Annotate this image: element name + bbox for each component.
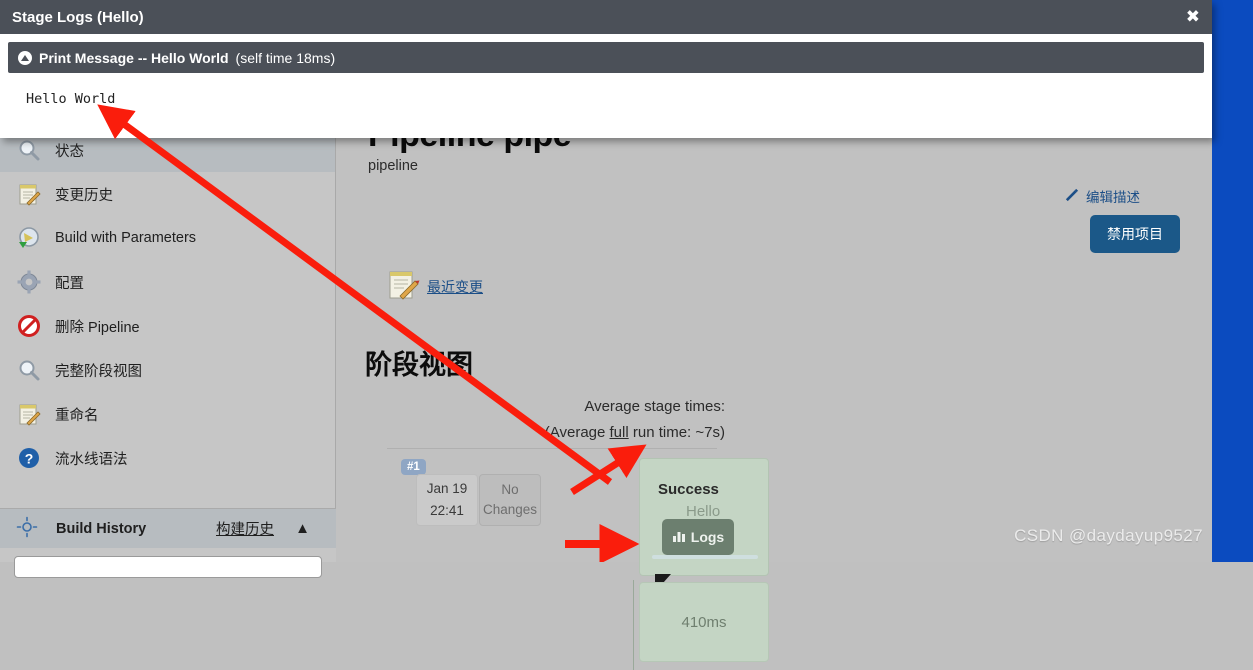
project-description: pipeline [368, 158, 418, 174]
sidebar-item-label: 删除 Pipeline [55, 319, 140, 336]
no-entry-icon [16, 313, 42, 339]
stage-column-separator [633, 580, 634, 670]
gear-icon [16, 269, 42, 295]
sidebar-item-rename[interactable]: 重命名 [0, 392, 335, 436]
modal-body: Print Message -- Hello World (self time … [0, 34, 1212, 141]
stage-view-heading: 阶段视图 [365, 350, 473, 380]
right-blue-strip [1212, 0, 1253, 562]
changes-line-2: Changes [482, 502, 538, 517]
sidebar-item-label: 状态 [55, 143, 84, 160]
stage-cell-duration[interactable]: 410ms [639, 582, 769, 662]
main-content: Pipeline pipe pipeline 编辑描述 禁用项目 [337, 116, 1212, 670]
pencil-icon [1064, 187, 1079, 205]
bar-chart-icon [672, 529, 686, 546]
stage-logs-modal: Stage Logs (Hello) ✖ Print Message -- He… [0, 0, 1212, 138]
sidebar-item-change-history[interactable]: 变更历史 [0, 172, 335, 216]
edit-description-link[interactable]: 编辑描述 [1064, 186, 1140, 206]
build-history-search-input[interactable] [14, 556, 322, 578]
build-params-icon [16, 225, 42, 251]
build-timestamp-cell[interactable]: Jan 19 22:41 [416, 474, 478, 526]
notepad-pencil-icon [16, 401, 42, 427]
svg-text:?: ? [25, 451, 34, 467]
logs-button[interactable]: Logs [662, 519, 734, 555]
close-icon[interactable]: ✖ [1186, 8, 1200, 25]
sun-icon [16, 516, 42, 542]
log-step-header[interactable]: Print Message -- Hello World (self time … [8, 42, 1204, 73]
average-times-block: Average stage times: (Average full run t… [425, 394, 725, 446]
sidebar-item-delete-pipeline[interactable]: 删除 Pipeline [0, 304, 335, 348]
disable-project-button[interactable]: 禁用项目 [1090, 215, 1180, 253]
notepad-pencil-icon [385, 266, 421, 307]
sidebar-item-label: 重命名 [55, 407, 99, 424]
sidebar-item-label: Build with Parameters [55, 230, 197, 246]
play-circle-icon [18, 50, 32, 65]
sidebar-item-pipeline-syntax[interactable]: ? 流水线语法 [0, 436, 335, 480]
build-time: 22:41 [430, 503, 464, 518]
average-full-run-label: (Average full run time: ~7s) [425, 420, 725, 446]
average-stage-times-label: Average stage times: [584, 398, 725, 415]
edit-description-label: 编辑描述 [1086, 190, 1140, 205]
build-date: Jan 19 [426, 481, 468, 496]
sidebar: 状态 变更历史 Build with Parameters 配置 删除 Pipe… [0, 128, 336, 562]
sidebar-item-full-stage-view[interactable]: 完整阶段视图 [0, 348, 335, 392]
stage-cell-duration-label: 410ms [681, 613, 727, 631]
avg-suffix: run time: ~7s) [628, 424, 725, 441]
stage-name-label: Hello [686, 503, 721, 520]
modal-title-bar: Stage Logs (Hello) ✖ [0, 0, 1212, 34]
avg-prefix: (Average [544, 424, 610, 441]
stage-progress-bar [652, 555, 758, 559]
log-step-selftime: (self time 18ms) [235, 49, 336, 66]
log-output-text: Hello World [26, 91, 116, 107]
build-history-cn-link[interactable]: 构建历史 [216, 518, 274, 539]
recent-changes-link[interactable]: 最近变更 [385, 266, 483, 307]
sidebar-item-label: 配置 [55, 275, 84, 292]
stage-cell-hovered[interactable]: Success Hello 410ms Logs [639, 458, 769, 576]
logs-button-label: Logs [690, 529, 725, 545]
build-number-badge[interactable]: #1 [401, 459, 426, 475]
chevron-up-icon[interactable]: ▲ [295, 520, 310, 537]
recent-changes-label: 最近变更 [427, 278, 483, 295]
sidebar-item-configure[interactable]: 配置 [0, 260, 335, 304]
sidebar-item-label: 完整阶段视图 [55, 363, 142, 380]
changes-line-1: No [501, 482, 519, 497]
stage-status-label: Success [658, 481, 719, 498]
notepad-pencil-icon [16, 181, 42, 207]
build-history-label: Build History [56, 520, 147, 537]
sidebar-item-build-with-parameters[interactable]: Build with Parameters [0, 216, 335, 260]
log-step-title: Print Message -- Hello World [39, 49, 229, 66]
sidebar-item-label: 变更历史 [55, 187, 113, 204]
build-history-bar[interactable]: Build History 构建历史 ▲ [0, 508, 336, 548]
table-divider [387, 448, 717, 449]
help-circle-icon: ? [16, 445, 42, 471]
build-changes-cell[interactable]: No Changes [479, 474, 541, 526]
magnifier-icon [16, 357, 42, 383]
sidebar-item-label: 流水线语法 [55, 451, 128, 468]
modal-title-label: Stage Logs (Hello) [12, 8, 144, 26]
avg-underlined: full [609, 424, 629, 441]
